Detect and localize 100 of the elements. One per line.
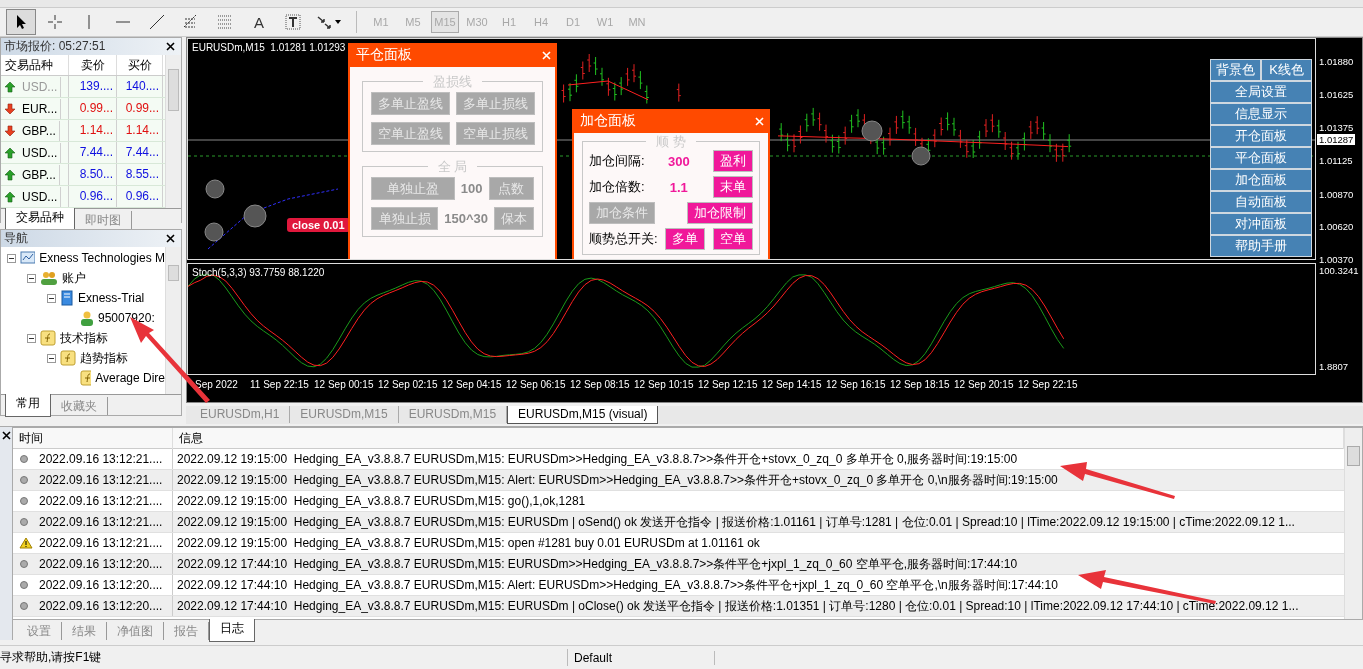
tab[interactable]: EURUSDm,M15: [290, 406, 399, 423]
table-cell-text: 2022.09.16 13:12:20....: [39, 577, 163, 594]
panel-title: 加仓面板: [580, 112, 636, 130]
expand-toggle[interactable]: [27, 273, 36, 283]
column-header[interactable]: 交易品种: [1, 55, 69, 75]
panel-button[interactable]: 单独止盈: [371, 177, 455, 200]
label-icon[interactable]: [284, 13, 302, 31]
menu-button[interactable]: 信息显示: [1210, 103, 1312, 125]
table-cell-text: 2022.09.12 19:15:00 Hedging_EA_v3.8.8.7 EURUSDm,M15: EURUSDm | oSend() ok 发送开仓指令 | 报送价格:1.01161 | 订单号:1281 | 仓位:0.01 | Spread:10 | lTime:2022.09.12 19:15:00 | cTime:2022.09.12 1...: [177, 514, 1295, 531]
panel-button[interactable]: 多单止盈线: [371, 92, 450, 115]
expand-toggle[interactable]: [27, 333, 36, 343]
expand-toggle[interactable]: [7, 253, 16, 263]
menu-button[interactable]: 背景色: [1210, 59, 1261, 81]
menu-button[interactable]: 帮助手册: [1210, 235, 1312, 257]
tree-item[interactable]: 95007920:: [98, 311, 155, 325]
function-icon: [40, 330, 56, 346]
text-tool[interactable]: A: [244, 9, 274, 35]
menu-button[interactable]: 开仓面板: [1210, 125, 1312, 147]
tab[interactable]: 净值图: [107, 622, 164, 640]
panel-button[interactable]: 多单止损线: [456, 92, 535, 115]
horizontal-line-icon[interactable]: [115, 20, 131, 24]
tree-item[interactable]: Exness Technologies M: [39, 251, 165, 265]
panel-button[interactable]: 保本: [494, 207, 534, 230]
panel-button[interactable]: 空单: [713, 228, 753, 250]
panel-button[interactable]: 点数: [488, 177, 534, 200]
axis-label: 12 Sep 16:15: [826, 378, 887, 390]
indicator-label: Stoch(5,3,3) 93.7759 88.1220: [192, 267, 325, 278]
scrollbar[interactable]: [165, 247, 181, 394]
table-cell-text: 2022.09.12 17:44:10 Hedging_EA_v3.8.8.7 EURUSDm,M15: EURUSDm>>Hedging_EA_v3.8.8.7>>条件平仓+jxpl_1_zq_0_60 空单平仓,服务器时间:17:44:10: [177, 556, 1018, 573]
panel-button[interactable]: 末单: [713, 176, 753, 198]
panel-button[interactable]: 加仓限制: [687, 202, 753, 224]
menu-button[interactable]: 加仓面板: [1210, 169, 1312, 191]
tree-item[interactable]: 账户: [62, 269, 86, 287]
axis-label: 1.01125: [1319, 155, 1353, 166]
table-cell-text: 2022.09.12 17:44:10 Hedging_EA_v3.8.8.7 EURUSDm,M15: EURUSDm | oClose() ok 发送平仓指令 | 报送价格:1.01351 | 订单号:1280 | 仓位:0.01 | Spread:10 | lTime:2022.09.12 17:44:10 | cTime:2022.09.12 1...: [177, 598, 1299, 615]
cursor-icon[interactable]: [14, 14, 28, 30]
menu-button[interactable]: K线色: [1261, 59, 1312, 81]
tree-item[interactable]: 技术指标: [60, 329, 108, 347]
axis-label: 12 Sep 14:15: [762, 378, 823, 390]
tab[interactable]: EURUSDm,M15 (visual): [507, 406, 659, 424]
expand-toggle[interactable]: [47, 353, 56, 363]
tab[interactable]: EURUSDm,H1: [190, 406, 291, 423]
tree-item[interactable]: Average Dire: [95, 371, 165, 385]
menu-button[interactable]: 自动面板: [1210, 191, 1312, 213]
tree-item[interactable]: 趋势指标: [80, 349, 128, 367]
menu-button[interactable]: 全局设置: [1210, 81, 1312, 103]
tab[interactable]: 日志: [209, 619, 255, 642]
symbol-cell[interactable]: USD...: [19, 186, 62, 207]
menu-button[interactable]: 对冲面板: [1210, 213, 1312, 235]
arrows-icon[interactable]: [316, 14, 342, 30]
column-header[interactable]: 买价: [117, 55, 163, 75]
symbol-cell[interactable]: GBP...: [19, 164, 60, 185]
table-cell-text: 2022.09.12 17:44:10 Hedging_EA_v3.8.8.7 EURUSDm,M15: Alert: EURUSDm>>Hedging_EA_v3.8.8.7>>条件平仓+jxpl_1_zq_0_60 空单平仓,\n服务器时间:17:44:10: [177, 577, 1058, 594]
axis-label: 1.01880: [1319, 56, 1354, 67]
tab[interactable]: 结果: [62, 622, 107, 640]
table-cell-text: 2022.09.16 13:12:21....: [39, 493, 163, 510]
panel-button[interactable]: 加仓条件: [589, 202, 655, 224]
tab[interactable]: 收藏夹: [51, 397, 108, 415]
symbol-cell[interactable]: EUR...: [19, 98, 62, 119]
expand-toggle[interactable]: [47, 293, 56, 303]
scrollbar[interactable]: [1344, 428, 1362, 619]
panel-button[interactable]: 空单止盈线: [371, 122, 450, 145]
up-arrow-icon: [4, 146, 16, 159]
axis-label: Sep 2022: [195, 378, 239, 390]
tree-item[interactable]: Exness-Trial: [78, 291, 145, 305]
symbol-cell[interactable]: USD...: [19, 76, 62, 97]
vertical-line-icon[interactable]: [87, 14, 91, 30]
column-header[interactable]: 时间: [13, 428, 173, 449]
crosshair-icon[interactable]: [47, 14, 63, 30]
menu-button[interactable]: 平仓面板: [1210, 147, 1312, 169]
symbol-cell[interactable]: GBP...: [19, 120, 60, 141]
column-header[interactable]: 卖价: [69, 55, 117, 75]
panel-button[interactable]: 空单止损线: [456, 122, 535, 145]
close-icon[interactable]: [1, 431, 11, 440]
axis-label: 12 Sep 00:15: [314, 378, 375, 390]
close-icon[interactable]: [166, 234, 175, 243]
panel-title: 平仓面板: [356, 46, 412, 64]
tab[interactable]: 常用: [5, 394, 51, 417]
panel-button[interactable]: 单独止损: [371, 207, 439, 230]
profile-text: Default: [574, 650, 613, 665]
trade-marker-icon: [911, 146, 931, 166]
axis-label: 12 Sep 04:15: [442, 378, 503, 390]
value-text: 150^30: [444, 211, 488, 226]
bid-cell: 0.96...: [69, 186, 117, 207]
panel-button[interactable]: 多单: [665, 228, 706, 250]
close-icon[interactable]: [166, 42, 175, 51]
users-icon: [40, 270, 58, 286]
scrollbar[interactable]: [165, 55, 181, 208]
tab[interactable]: 设置: [17, 622, 62, 640]
axis-label: 12 Sep 06:15: [506, 378, 567, 390]
panel-button[interactable]: 盈利: [713, 150, 753, 172]
value-text: 300: [667, 153, 690, 169]
bid-cell: 1.14...: [69, 120, 117, 141]
tab[interactable]: 交易品种: [5, 208, 75, 231]
field-label: 顺势总开关:: [589, 230, 658, 248]
axis-label: 12 Sep 02:15: [378, 378, 439, 390]
bid-cell: 8.50...: [69, 164, 117, 185]
axis-label: 1.01375: [1319, 122, 1354, 133]
trend-line-icon[interactable]: [149, 14, 165, 30]
symbol-cell[interactable]: USD...: [19, 142, 62, 163]
